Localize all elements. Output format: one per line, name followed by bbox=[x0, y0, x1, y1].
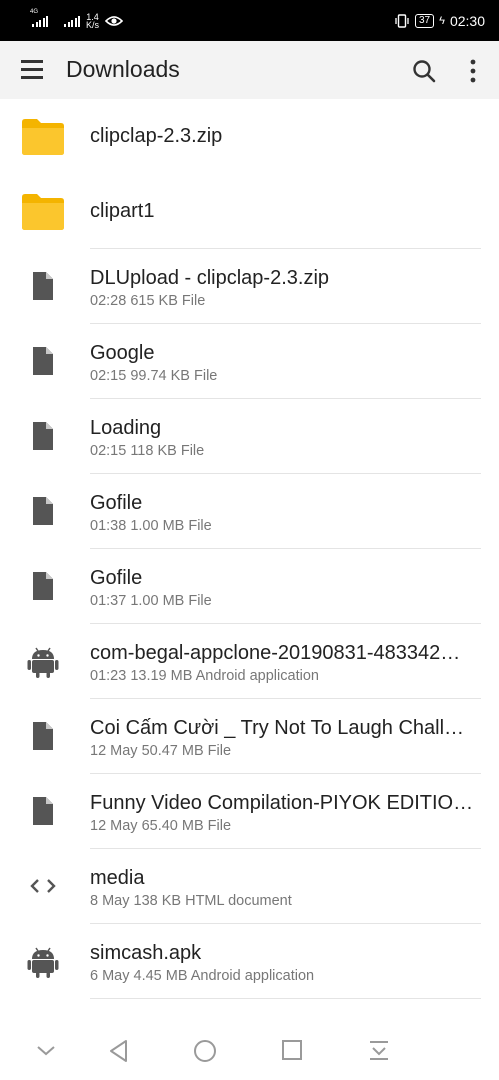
file-list: clipclap-2.3.zip clipart1 DLUpload - clipc… bbox=[0, 99, 499, 999]
file-row[interactable]: Google 02:15 99.74 KB File bbox=[0, 324, 499, 399]
file-meta: 12 May 50.47 MB File bbox=[90, 743, 232, 759]
file-row[interactable]: Gofile 01:38 1.00 MB File bbox=[0, 474, 499, 549]
file-name: Google bbox=[90, 342, 155, 364]
battery-icon: 37 bbox=[415, 13, 435, 28]
folder-row[interactable]: clipclap-2.3.zip bbox=[0, 99, 499, 174]
search-icon[interactable] bbox=[411, 58, 437, 84]
status-bar: 4G 1.4 K/s 37 ϟ 02:30 bbox=[0, 0, 499, 41]
net-speed-unit: K/s bbox=[86, 19, 100, 30]
file-row[interactable]: com-begal-appclone-20190831-483342… 01:23… bbox=[0, 624, 499, 699]
menu-icon[interactable] bbox=[21, 60, 43, 80]
folder-icon bbox=[22, 192, 64, 230]
status-right: 37 ϟ 02:30 bbox=[394, 13, 485, 29]
back-icon[interactable] bbox=[107, 1039, 131, 1063]
signal-icon-1: 4G bbox=[30, 9, 48, 27]
recents-icon[interactable] bbox=[281, 1039, 303, 1061]
battery-level: 37 bbox=[419, 14, 431, 26]
code-icon bbox=[22, 867, 64, 905]
file-meta: 6 May 4.45 MB Android application bbox=[90, 968, 315, 984]
file-icon bbox=[22, 342, 64, 380]
file-meta: 8 May 138 KB HTML document bbox=[90, 893, 292, 909]
file-icon bbox=[22, 492, 64, 530]
net-speed: 1.4 K/s bbox=[86, 12, 100, 30]
file-row[interactable]: media 8 May 138 KB HTML document bbox=[0, 849, 499, 924]
file-row[interactable]: Coi Cấm Cười _ Try Not To Laugh Chall… 12… bbox=[0, 699, 499, 774]
file-meta: 01:37 1.00 MB File bbox=[90, 593, 212, 609]
clock: 02:30 bbox=[449, 12, 485, 29]
android-icon bbox=[22, 642, 64, 680]
file-name: DLUpload - clipclap-2.3.zip bbox=[90, 267, 330, 289]
file-meta: 02:15 118 KB File bbox=[90, 443, 205, 459]
file-name: Funny Video Compilation-PIYOK EDITIO… bbox=[90, 792, 474, 814]
file-meta: 02:28 615 KB File bbox=[90, 293, 206, 309]
file-name: clipart1 bbox=[90, 200, 155, 222]
file-icon bbox=[22, 417, 64, 455]
file-name: media bbox=[90, 867, 145, 889]
file-name: Loading bbox=[90, 417, 162, 439]
vibrate-icon bbox=[395, 13, 409, 28]
android-icon bbox=[22, 942, 64, 980]
nav-bar bbox=[0, 1022, 499, 1080]
file-name: simcash.apk bbox=[90, 942, 202, 964]
more-vert-icon[interactable] bbox=[462, 58, 484, 84]
network-type-label: 4G bbox=[30, 8, 39, 15]
file-row[interactable]: simcash.apk 6 May 4.45 MB Android applica… bbox=[0, 924, 499, 999]
file-row[interactable]: Gofile 01:37 1.00 MB File bbox=[0, 549, 499, 624]
charging-icon: ϟ bbox=[439, 14, 445, 27]
file-icon bbox=[22, 567, 64, 605]
eye-comfort-icon bbox=[105, 15, 124, 26]
file-icon bbox=[22, 792, 64, 830]
file-name: Coi Cấm Cười _ Try Not To Laugh Chall… bbox=[90, 717, 465, 739]
file-name: clipclap-2.3.zip bbox=[90, 125, 223, 147]
file-icon bbox=[22, 717, 64, 755]
folder-icon bbox=[22, 117, 64, 155]
file-meta: 01:38 1.00 MB File bbox=[90, 518, 212, 534]
file-meta: 02:15 99.74 KB File bbox=[90, 368, 218, 384]
file-row[interactable]: Funny Video Compilation-PIYOK EDITIO… 12 … bbox=[0, 774, 499, 849]
app-bar: Downloads bbox=[0, 41, 499, 99]
file-meta: 12 May 65.40 MB File bbox=[90, 818, 232, 834]
file-meta: 01:23 13.19 MB Android application bbox=[90, 668, 319, 684]
file-name: com-begal-appclone-20190831-483342… bbox=[90, 642, 461, 664]
file-name: Gofile bbox=[90, 492, 143, 514]
file-name: Gofile bbox=[90, 567, 143, 589]
folder-row[interactable]: clipart1 bbox=[0, 174, 499, 249]
page-title: Downloads bbox=[66, 56, 180, 82]
notification-pull-icon[interactable] bbox=[368, 1039, 390, 1061]
home-icon[interactable] bbox=[193, 1039, 217, 1063]
collapse-icon[interactable] bbox=[35, 1039, 57, 1061]
status-left: 4G 1.4 K/s bbox=[30, 9, 124, 30]
file-row[interactable]: DLUpload - clipclap-2.3.zip 02:28 615 KB … bbox=[0, 249, 499, 324]
file-row[interactable]: Loading 02:15 118 KB File bbox=[0, 399, 499, 474]
file-icon bbox=[22, 267, 64, 305]
signal-icon-2 bbox=[64, 15, 80, 27]
row-divider bbox=[90, 998, 481, 999]
